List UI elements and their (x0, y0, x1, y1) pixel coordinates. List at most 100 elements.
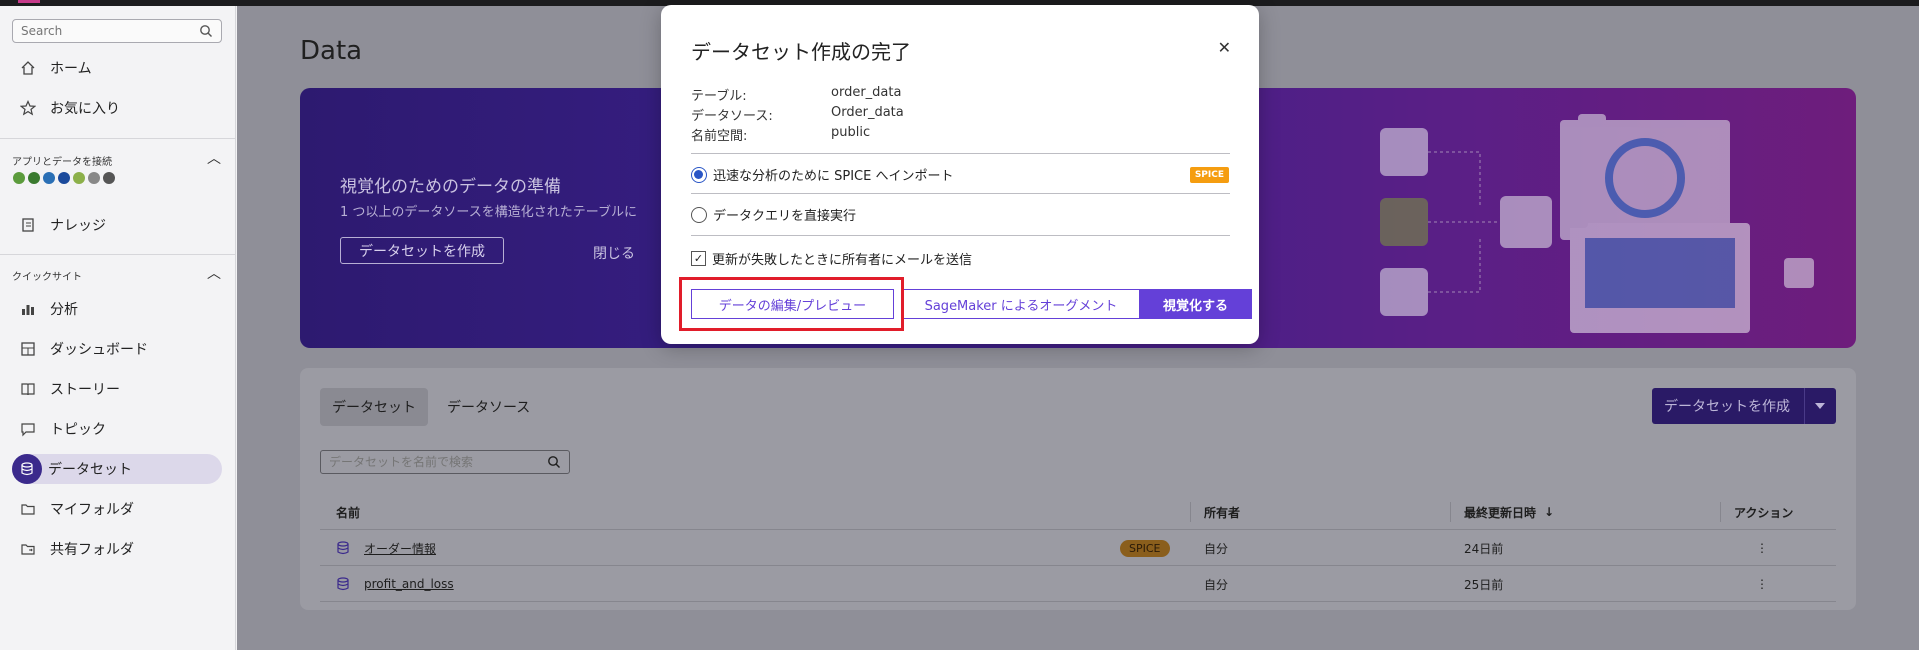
column-divider (1720, 502, 1721, 522)
tab-datasets[interactable]: データセット (320, 388, 428, 426)
sidebar-search[interactable] (12, 19, 222, 43)
divider (691, 235, 1230, 236)
dashboard-icon (12, 334, 44, 364)
edit-preview-button[interactable]: データの編集/プレビュー (691, 289, 894, 319)
dataset-panel: データセット データソース データセットを作成 名前 所有者 最終更新日時 ↓ ア… (300, 368, 1856, 610)
star-icon (12, 93, 44, 123)
dataset-icon (336, 530, 350, 566)
connected-app-icons (13, 172, 115, 184)
col-actions: アクション (1734, 505, 1794, 520)
app-icon[interactable] (58, 172, 70, 184)
caret-down-icon[interactable] (1804, 388, 1834, 424)
detail-label: データソース: (691, 109, 773, 124)
sidebar-item-label: マイフォルダ (50, 502, 134, 518)
table-row[interactable]: オーダー情報 SPICE 自分 24日前 ⋮ (320, 530, 1836, 566)
hero-create-dataset-button[interactable]: データセットを作成 (340, 237, 504, 264)
hero-close-link[interactable]: 閉じる (593, 243, 635, 263)
knowledge-icon (12, 210, 44, 240)
option-label: データクエリを直接実行 (713, 209, 857, 224)
sidebar-item-my-folder[interactable]: マイフォルダ (12, 494, 222, 524)
app-icon[interactable] (13, 172, 25, 184)
table-row[interactable]: profit_and_loss 自分 25日前 ⋮ (320, 566, 1836, 602)
email-on-failure-option[interactable]: ✓ 更新が失敗したときに所有者にメールを送信 (691, 249, 972, 268)
col-owner[interactable]: 所有者 (1204, 494, 1240, 530)
topic-icon (12, 414, 44, 444)
sidebar-item-label: データセット (48, 462, 132, 478)
col-updated[interactable]: 最終更新日時 ↓ (1464, 494, 1554, 530)
app-icon[interactable] (43, 172, 55, 184)
checkbox-checked[interactable]: ✓ (691, 251, 706, 266)
dataset-search-input[interactable] (321, 451, 536, 473)
dataset-name-link[interactable]: profit_and_loss (364, 577, 454, 591)
sidebar-item-favorites[interactable]: お気に入り (12, 93, 222, 123)
spice-badge: SPICE (1120, 539, 1170, 557)
dataset-name-link[interactable]: オーダー情報 (364, 540, 436, 557)
updated-cell: 25日前 (1464, 577, 1504, 592)
detail-value: Order_data (831, 105, 904, 120)
create-dataset-button[interactable]: データセットを作成 (1652, 388, 1836, 424)
sidebar-item-home[interactable]: ホーム (12, 53, 222, 83)
modal-title: データセット作成の完了 (691, 40, 911, 64)
app-icon[interactable] (103, 172, 115, 184)
sidebar-item-label: ホーム (50, 61, 92, 77)
col-name[interactable]: 名前 (336, 494, 360, 530)
divider (691, 193, 1230, 194)
option-label: 迅速な分析のために SPICE へインポート (713, 169, 954, 184)
sidebar-item-dataset[interactable]: データセット (12, 454, 222, 484)
chevron-up-icon[interactable]: ︿ (207, 263, 221, 283)
apps-section-title: アプリとデータを接続 (12, 157, 112, 168)
column-divider (1450, 502, 1451, 522)
divider (0, 254, 236, 255)
option-direct-query[interactable]: データクエリを直接実行 (691, 205, 856, 224)
story-icon (12, 374, 44, 404)
sidebar-item-label: 分析 (50, 302, 78, 318)
sidebar-search-input[interactable] (13, 20, 193, 42)
detail-label: 名前空間: (691, 129, 748, 144)
checkbox-label: 更新が失敗したときに所有者にメールを送信 (712, 253, 973, 268)
owner-cell: 自分 (1204, 577, 1229, 592)
hero-illustration (1380, 114, 1814, 333)
more-actions-icon[interactable]: ⋮ (1756, 566, 1768, 602)
dataset-search[interactable] (320, 450, 570, 474)
sidebar-item-analysis[interactable]: 分析 (12, 294, 222, 324)
hero-subtitle: 1 つ以上のデータソースを構造化されたテーブルに (340, 205, 637, 220)
more-actions-icon[interactable]: ⋮ (1756, 530, 1768, 566)
shared-folder-icon (12, 534, 44, 564)
sidebar-item-label: ストーリー (50, 382, 120, 398)
sidebar-item-shared-folder[interactable]: 共有フォルダ (12, 534, 222, 564)
option-spice-import[interactable]: 迅速な分析のために SPICE へインポート (691, 165, 953, 184)
tab-datasources[interactable]: データソース (435, 388, 542, 426)
detail-table: テーブル: order_data (691, 85, 901, 104)
dataset-icon (12, 454, 42, 484)
sidebar-item-knowledge[interactable]: ナレッジ (12, 210, 222, 240)
analysis-icon (12, 294, 44, 324)
folder-icon (12, 494, 44, 524)
search-icon[interactable] (547, 455, 561, 473)
owner-cell: 自分 (1204, 541, 1229, 556)
detail-datasource: データソース: Order_data (691, 105, 904, 124)
visualize-button[interactable]: 視覚化する (1139, 289, 1252, 319)
sidebar-item-label: ダッシュボード (50, 342, 148, 358)
app-icon[interactable] (73, 172, 85, 184)
arrow-down-icon: ↓ (1544, 505, 1555, 519)
table-header: 名前 所有者 最終更新日時 ↓ アクション (320, 494, 1836, 530)
radio-button-selected[interactable] (691, 166, 707, 183)
sidebar-item-dashboard[interactable]: ダッシュボード (12, 334, 222, 364)
sidebar-item-topic[interactable]: トピック (12, 414, 222, 444)
app-icon[interactable] (88, 172, 100, 184)
radio-button[interactable] (691, 206, 707, 223)
chevron-up-icon[interactable]: ︿ (207, 148, 221, 168)
dataset-table: 名前 所有者 最終更新日時 ↓ アクション オーダー情報 SPICE 自分 24日… (320, 494, 1836, 602)
sagemaker-augment-button[interactable]: SageMaker によるオーグメント (902, 289, 1140, 319)
sidebar-item-story[interactable]: ストーリー (12, 374, 222, 404)
sidebar-item-label: 共有フォルダ (50, 542, 134, 558)
divider (0, 138, 236, 139)
close-icon[interactable]: ✕ (1218, 38, 1231, 57)
app-icon[interactable] (28, 172, 40, 184)
search-icon[interactable] (199, 24, 213, 42)
updated-cell: 24日前 (1464, 541, 1504, 556)
page-title: Data (300, 36, 363, 66)
sidebar-item-label: ナレッジ (50, 218, 106, 234)
sidebar-item-label: お気に入り (50, 101, 120, 117)
col-updated-label: 最終更新日時 (1464, 505, 1537, 520)
